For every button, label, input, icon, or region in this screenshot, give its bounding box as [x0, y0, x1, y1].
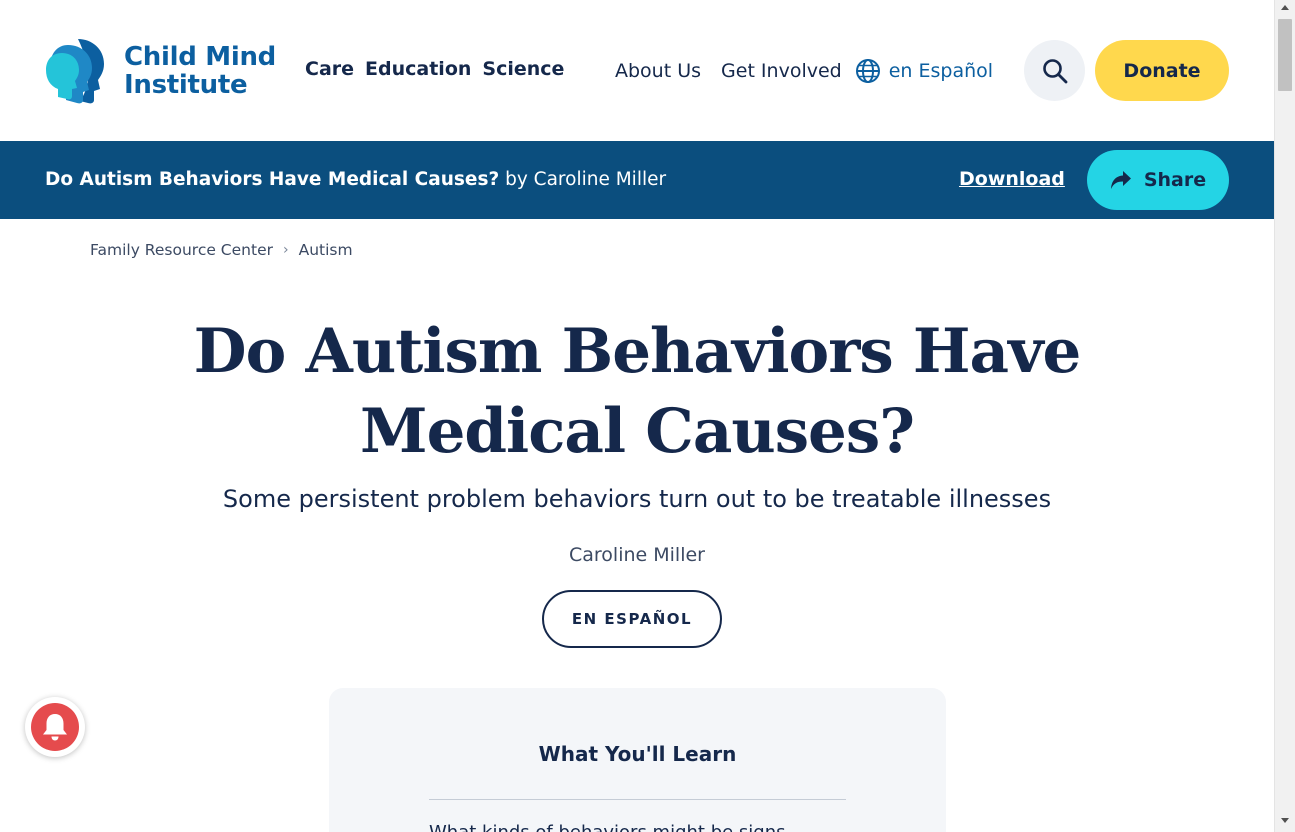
what-youll-learn-box: What You'll Learn What kinds of behavior… — [329, 688, 946, 832]
globe-icon — [855, 59, 880, 83]
bell-icon-background — [31, 703, 79, 751]
page-title: Do Autism Behaviors Have Medical Causes? — [193, 316, 1082, 467]
scroll-down-arrow-icon[interactable] — [1281, 818, 1289, 823]
learn-box-divider — [429, 799, 846, 800]
nav-about-us[interactable]: About Us — [615, 60, 701, 82]
search-button[interactable] — [1024, 40, 1085, 101]
share-button[interactable]: Share — [1087, 150, 1229, 210]
scrollbar-thumb[interactable] — [1278, 19, 1292, 91]
breadcrumb-autism[interactable]: Autism — [299, 241, 353, 259]
share-button-label: Share — [1143, 169, 1207, 191]
download-link[interactable]: Download — [959, 168, 1065, 190]
nav-science[interactable]: Science — [482, 58, 564, 80]
nav-care[interactable]: Care — [305, 58, 354, 80]
primary-nav: Care Education Science — [305, 58, 564, 80]
language-link[interactable]: en Español — [855, 58, 993, 84]
logo-line-1: Child Mind — [124, 42, 276, 72]
logo-line-2: Institute — [124, 70, 248, 100]
article-author[interactable]: Caroline Miller — [100, 544, 1174, 566]
logo-heads-icon — [46, 39, 104, 104]
learn-box-item: What kinds of behaviors might be signs — [429, 822, 846, 832]
page-subtitle: Some persistent problem behaviors turn o… — [222, 485, 1052, 513]
chevron-right-icon: › — [282, 242, 289, 258]
article-bar-heading: Do Autism Behaviors Have Medical Causes? — [45, 169, 500, 190]
notification-bell-button[interactable] — [25, 697, 85, 757]
learn-box-title: What You'll Learn — [538, 742, 737, 766]
language-link-label: en Español — [888, 60, 994, 82]
article-bar-byline: by Caroline Miller — [505, 169, 667, 190]
site-logo[interactable]: Child Mind Institute — [44, 37, 276, 105]
scroll-up-arrow-icon[interactable] — [1281, 5, 1289, 10]
search-icon — [1042, 58, 1067, 83]
article-bar: Do Autism Behaviors Have Medical Causes?… — [0, 141, 1274, 219]
site-header: Child Mind Institute Care Education Scie… — [0, 0, 1274, 141]
article-bar-title: Do Autism Behaviors Have Medical Causes?… — [45, 169, 666, 190]
vertical-scrollbar[interactable] — [1274, 0, 1295, 832]
bell-icon — [43, 714, 67, 741]
share-icon — [1110, 171, 1131, 189]
secondary-nav: About Us Get Involved en Español — [615, 58, 993, 84]
donate-button[interactable]: Donate — [1095, 40, 1229, 101]
breadcrumb: Family Resource Center › Autism — [90, 241, 353, 259]
nav-get-involved[interactable]: Get Involved — [721, 60, 842, 82]
breadcrumb-family-resource-center[interactable]: Family Resource Center — [90, 241, 273, 259]
en-espanol-button[interactable]: EN ESPAÑOL — [542, 590, 722, 648]
logo-wordmark: Child Mind Institute — [124, 43, 276, 99]
nav-education[interactable]: Education — [365, 58, 471, 80]
